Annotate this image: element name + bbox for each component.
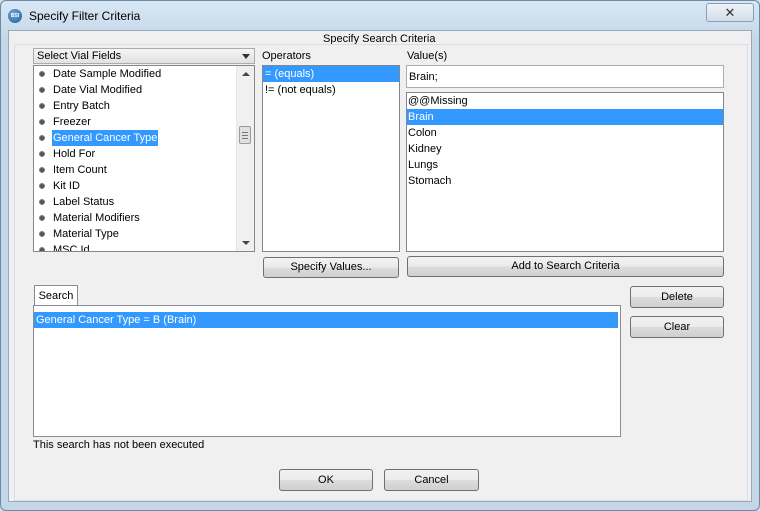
field-list-item-label: Kit ID [53,180,80,192]
field-list-item-label: Date Sample Modified [53,68,162,80]
field-list-item-label: Material Modifiers [53,212,140,224]
search-status-text: This search has not been executed [33,439,205,451]
delete-button[interactable]: Delete [630,286,724,308]
field-list-item[interactable]: Date Sample Modified [34,66,236,82]
specify-values-button[interactable]: Specify Values... [263,257,399,278]
value-list-item[interactable]: @@Missing [407,93,723,109]
operators-label: Operators [262,50,311,62]
field-bullet-icon [38,214,46,222]
field-bullet-icon [38,102,46,110]
values-label: Value(s) [407,50,448,62]
ok-button[interactable]: OK [279,469,373,491]
value-input[interactable]: Brain; [406,65,724,88]
value-list-item[interactable]: Lungs [407,157,723,173]
close-icon: ✕ [724,5,736,20]
field-list-item[interactable]: Freezer [34,114,236,130]
add-to-search-criteria-button[interactable]: Add to Search Criteria [407,256,724,277]
field-list-item[interactable]: Hold For [34,146,236,162]
field-list-item-label: Label Status [53,196,115,208]
field-bullet-icon [38,86,46,94]
field-list-item[interactable]: Material Modifiers [34,210,236,226]
vial-fields-dropdown[interactable]: Select Vial Fields [33,48,255,64]
field-bullet-icon [38,198,46,206]
field-list-item-label: Hold For [53,148,96,160]
field-list-item-label: Entry Batch [53,100,110,112]
field-bullet-icon [38,230,46,238]
field-list-item[interactable]: Label Status [34,194,236,210]
value-list-item[interactable]: Kidney [407,141,723,157]
field-list-item[interactable]: Kit ID [34,178,236,194]
scroll-thumb[interactable] [239,126,251,144]
operator-list-item-label: != (not equals) [265,84,336,96]
search-criteria-row-label: General Cancer Type = B (Brain) [36,314,197,326]
cancel-button[interactable]: Cancel [384,469,479,491]
field-list-item[interactable]: Date Vial Modified [34,82,236,98]
chevron-down-icon [242,54,250,59]
field-list-item-label: General Cancer Type [52,130,159,146]
search-criteria-panel[interactable]: General Cancer Type = B (Brain) [33,305,621,437]
app-logo-icon: BSI [8,9,22,23]
field-list-item-label: Item Count [53,164,107,176]
operators-list[interactable]: = (equals) != (not equals) [262,65,400,252]
value-list-item[interactable]: Brain [407,109,723,125]
vial-fields-dropdown-label: Select Vial Fields [37,50,122,62]
operator-list-item[interactable]: != (not equals) [263,82,399,98]
fields-list-scrollbar[interactable] [236,66,254,251]
tab-search[interactable]: Search [34,285,78,306]
operator-list-item[interactable]: = (equals) [263,66,399,82]
window-title: Specify Filter Criteria [29,9,141,23]
field-bullet-icon [38,134,46,142]
close-button[interactable]: ✕ [706,3,754,22]
field-list-item-label: Date Vial Modified [53,84,143,96]
field-bullet-icon [38,246,46,251]
field-list-item[interactable]: General Cancer Type [34,130,236,146]
value-list-item-label: Colon [408,127,437,139]
field-list-item[interactable]: Item Count [34,162,236,178]
value-list-item-label: Brain [408,111,434,123]
field-bullet-icon [38,150,46,158]
field-bullet-icon [38,182,46,190]
scroll-up-arrow-icon[interactable] [242,72,250,76]
value-list-item-label: Lungs [408,159,438,171]
field-list-item[interactable]: Entry Batch [34,98,236,114]
title-bar[interactable]: BSI Specify Filter Criteria ✕ [1,1,759,31]
field-list-item[interactable]: MSC Id [34,242,236,252]
fields-list[interactable]: Date Sample Modified Date Vial Modified En… [33,65,255,252]
value-list-item-label: Stomach [408,175,452,187]
value-list-item[interactable]: Stomach [407,173,723,189]
values-list[interactable]: @@Missing Brain Colon Kidney Lungs Stomach [406,92,724,252]
operator-list-item-label: = (equals) [265,68,315,80]
field-bullet-icon [38,70,46,78]
field-bullet-icon [38,118,46,126]
clear-button[interactable]: Clear [630,316,724,338]
search-criteria-row[interactable]: General Cancer Type = B (Brain) [34,312,618,328]
value-list-item[interactable]: Colon [407,125,723,141]
value-list-item-label: Kidney [408,143,442,155]
scroll-down-arrow-icon[interactable] [242,241,250,245]
field-list-item-label: MSC Id [53,244,90,252]
value-input-text: Brain; [409,71,438,83]
field-list-item-label: Freezer [53,116,91,128]
field-list-item[interactable]: Material Type [34,226,236,242]
field-bullet-icon [38,166,46,174]
value-list-item-label: @@Missing [408,95,468,107]
field-list-item-label: Material Type [53,228,119,240]
